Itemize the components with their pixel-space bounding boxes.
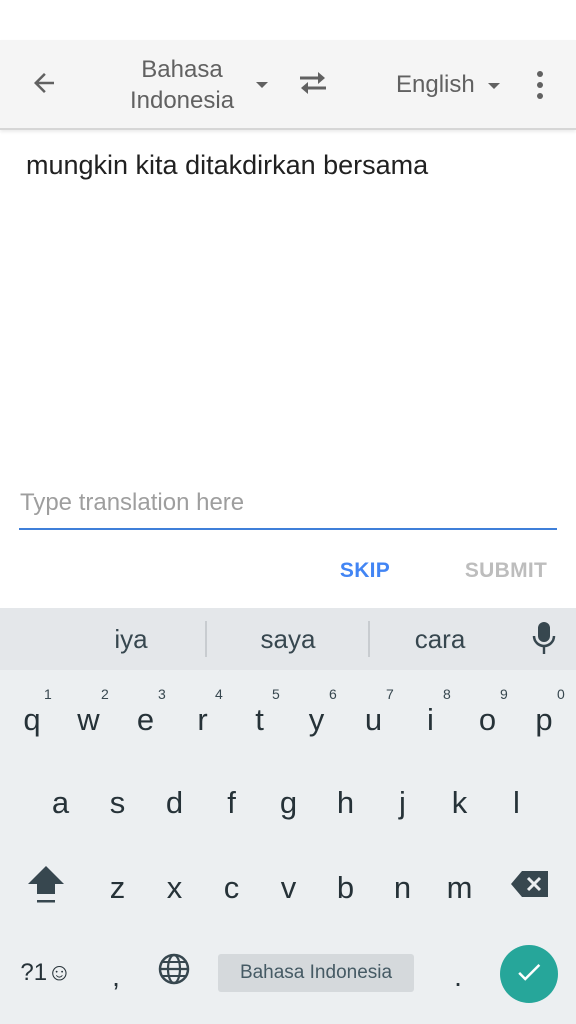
- more-vert-icon[interactable]: [522, 62, 558, 108]
- suggestion-item[interactable]: saya: [207, 608, 369, 670]
- source-language-label: Bahasa Indonesia: [129, 56, 235, 114]
- shift-key[interactable]: [10, 853, 82, 923]
- key-a[interactable]: a: [32, 768, 89, 838]
- status-bar: [0, 0, 576, 40]
- key-hint: 0: [557, 686, 565, 702]
- backspace-icon: [510, 870, 550, 906]
- key-hint: 8: [443, 686, 451, 702]
- swap-icon: [296, 68, 330, 103]
- key-g[interactable]: g: [260, 768, 317, 838]
- source-dropdown-icon: [256, 82, 268, 88]
- back-button[interactable]: [20, 63, 68, 107]
- target-dropdown-icon: [488, 83, 500, 89]
- target-language-selector[interactable]: English: [390, 66, 510, 106]
- language-toolbar: Bahasa Indonesia English: [0, 40, 576, 130]
- suggestion-item[interactable]: cara: [370, 608, 510, 670]
- key-n[interactable]: n: [374, 853, 431, 923]
- key-hint: 1: [44, 686, 52, 702]
- key-hint: 7: [386, 686, 394, 702]
- on-screen-keyboard: iya saya cara q w e r t y u i o p 1 2 3 …: [0, 608, 576, 1024]
- key-hint: 3: [158, 686, 166, 702]
- key-period[interactable]: .: [432, 942, 484, 1012]
- key-k[interactable]: k: [431, 768, 488, 838]
- key-hint: 9: [500, 686, 508, 702]
- key-c[interactable]: c: [203, 853, 260, 923]
- key-d[interactable]: d: [146, 768, 203, 838]
- key-comma[interactable]: ,: [90, 942, 142, 1012]
- key-m[interactable]: m: [431, 853, 488, 923]
- skip-button[interactable]: SKIP: [326, 552, 404, 590]
- mic-button[interactable]: [522, 620, 566, 660]
- language-key[interactable]: [146, 938, 202, 1008]
- key-v[interactable]: v: [260, 853, 317, 923]
- key-h[interactable]: h: [317, 768, 374, 838]
- key-hint: 5: [272, 686, 280, 702]
- key-j[interactable]: j: [374, 768, 431, 838]
- suggestion-strip: iya saya cara: [0, 608, 576, 670]
- key-hint: 4: [215, 686, 223, 702]
- shift-icon: [26, 862, 66, 914]
- source-language-selector[interactable]: Bahasa Indonesia: [112, 54, 272, 116]
- submit-button[interactable]: SUBMIT: [452, 552, 560, 590]
- backspace-key[interactable]: [494, 853, 566, 923]
- swap-languages-button[interactable]: [290, 62, 336, 108]
- key-l[interactable]: l: [488, 768, 545, 838]
- source-text: mungkin kita ditakdirkan bersama: [26, 150, 429, 180]
- mic-icon: [532, 621, 556, 660]
- space-key[interactable]: Bahasa Indonesia: [218, 954, 414, 992]
- key-b[interactable]: b: [317, 853, 374, 923]
- arrow-back-icon: [29, 68, 59, 103]
- key-s[interactable]: s: [89, 768, 146, 838]
- enter-key[interactable]: [500, 945, 558, 1003]
- key-z[interactable]: z: [89, 853, 146, 923]
- key-hint: 2: [101, 686, 109, 702]
- globe-icon: [157, 952, 191, 994]
- suggestion-item[interactable]: iya: [56, 608, 206, 670]
- key-hint: 6: [329, 686, 337, 702]
- translation-input[interactable]: [19, 484, 557, 530]
- check-icon: [514, 957, 544, 992]
- key-f[interactable]: f: [203, 768, 260, 838]
- key-x[interactable]: x: [146, 853, 203, 923]
- symbols-key[interactable]: ?1☺: [8, 938, 84, 1008]
- target-language-label: English: [396, 71, 475, 98]
